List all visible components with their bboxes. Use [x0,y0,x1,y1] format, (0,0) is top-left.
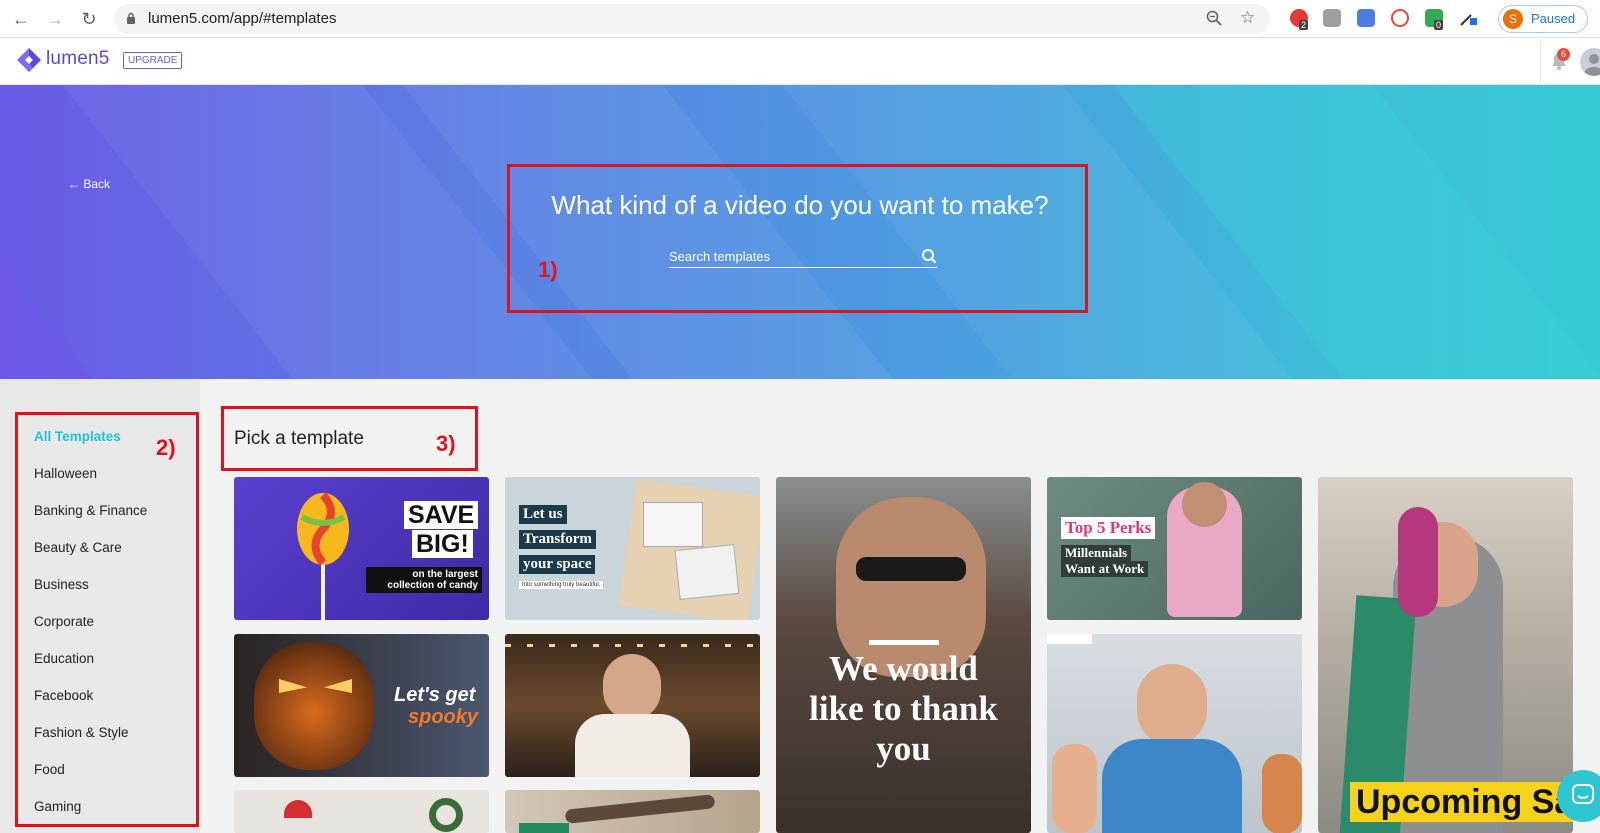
extension-badge: 2 [1299,20,1309,30]
lollipop-graphic [297,492,349,620]
person-head-graphic [603,654,661,720]
back-arrow-icon[interactable]: ← [10,8,32,30]
eyedropper-extension-icon[interactable] [1459,9,1477,27]
hair-graphic [1398,507,1438,617]
santa-hat-graphic [284,800,312,818]
template-card-thinking-woman[interactable] [505,634,760,777]
template-title-line: SAVE [404,501,479,529]
app-header: lumen5 UPGRADE 6 [0,38,1600,85]
template-card-spooky[interactable]: Let's get spooky [234,634,489,777]
header-divider [1540,38,1541,85]
wreath-graphic [429,798,463,832]
lock-icon [127,12,135,24]
person-graphic [575,714,690,777]
logo-text[interactable]: lumen5 [46,48,110,70]
background-person-graphic [1262,754,1302,833]
template-card-thank-you[interactable]: We would like to thank you [776,477,1031,833]
extension-icon[interactable] [1357,9,1375,27]
extension-icon[interactable] [1391,9,1409,27]
bookmark-star-icon[interactable]: ☆ [1240,8,1255,28]
zoom-icon[interactable] [1206,10,1222,26]
notification-badge: 6 [1557,48,1570,61]
template-title-line: Transform [519,530,596,549]
code-extension-icon[interactable] [1323,9,1341,27]
annotation-box-search [507,164,1088,313]
tool-graphic [564,794,716,824]
sketch-paper-graphic [674,544,740,600]
label-strip-graphic [519,823,569,833]
back-link[interactable]: ← Back [68,177,110,191]
template-card-christmas[interactable] [234,790,489,833]
annotation-label-3: 3) [436,431,456,456]
template-title-line: your space [519,555,596,574]
lights-graphic [505,644,760,647]
url-text: lumen5.com/app/#templates [148,10,337,27]
template-subtitle: on the largest collection of candy [366,567,482,593]
user-avatar[interactable] [1580,48,1600,76]
pumpkin-graphic [254,642,374,770]
template-title-line: Let's get [394,684,476,706]
person-head-graphic [1182,482,1227,527]
profile-avatar: S [1503,9,1523,29]
template-card-transform[interactable]: Let us Transform your space Into somethi… [505,477,760,620]
reload-icon[interactable]: ↻ [78,8,100,30]
browser-menu-icon[interactable]: ⋮ [1592,9,1600,27]
template-subtitle: Millennials [1061,545,1132,561]
template-title: We would like to thank you [809,649,998,768]
upgrade-button[interactable]: UPGRADE [123,52,183,69]
template-title: Upcoming Sale [1350,782,1573,822]
chat-support-button[interactable] [1557,770,1600,822]
template-caption: Into something truly beautiful. [519,581,604,589]
background-person-graphic [1052,744,1097,833]
template-card-upcoming-sale[interactable]: Upcoming Sale [1318,477,1573,833]
template-title-line: BIG! [412,530,473,558]
forward-arrow-icon[interactable]: → [44,8,66,30]
sunglasses-graphic [856,557,966,581]
template-card-howto[interactable] [505,790,760,833]
person-head-graphic [1137,664,1207,746]
person-graphic [1102,739,1242,833]
template-title-line: spooky [408,706,479,728]
template-card-top-perks[interactable]: Top 5 Perks Millennials Want at Work [1047,477,1302,620]
template-subtitle: Want at Work [1061,561,1149,577]
address-bar[interactable]: lumen5.com/app/#templates ☆ [114,4,1270,34]
annotation-label-2: 2) [156,435,176,460]
template-headline: Top 5 Perks [1061,517,1156,539]
template-title-line: Let us [519,505,567,524]
chat-icon [1572,784,1594,804]
template-card-fitness[interactable] [1047,634,1302,833]
profile-status: Paused [1531,11,1576,26]
annotation-box-sidebar [15,412,199,827]
browser-toolbar: ← → ↻ lumen5.com/app/#templates ☆ 2 0 S … [0,0,1600,38]
tab-marker-graphic [1047,634,1092,644]
template-card-save-big[interactable]: SAVE BIG! on the largest collection of c… [234,477,489,620]
lumen5-logo-icon[interactable] [16,47,42,73]
extension-badge: 0 [1434,20,1444,30]
title-rule [869,640,939,645]
annotation-label-1: 1) [538,257,558,282]
profile-button[interactable]: S Paused [1498,5,1588,33]
sketch-paper-graphic [643,502,703,547]
